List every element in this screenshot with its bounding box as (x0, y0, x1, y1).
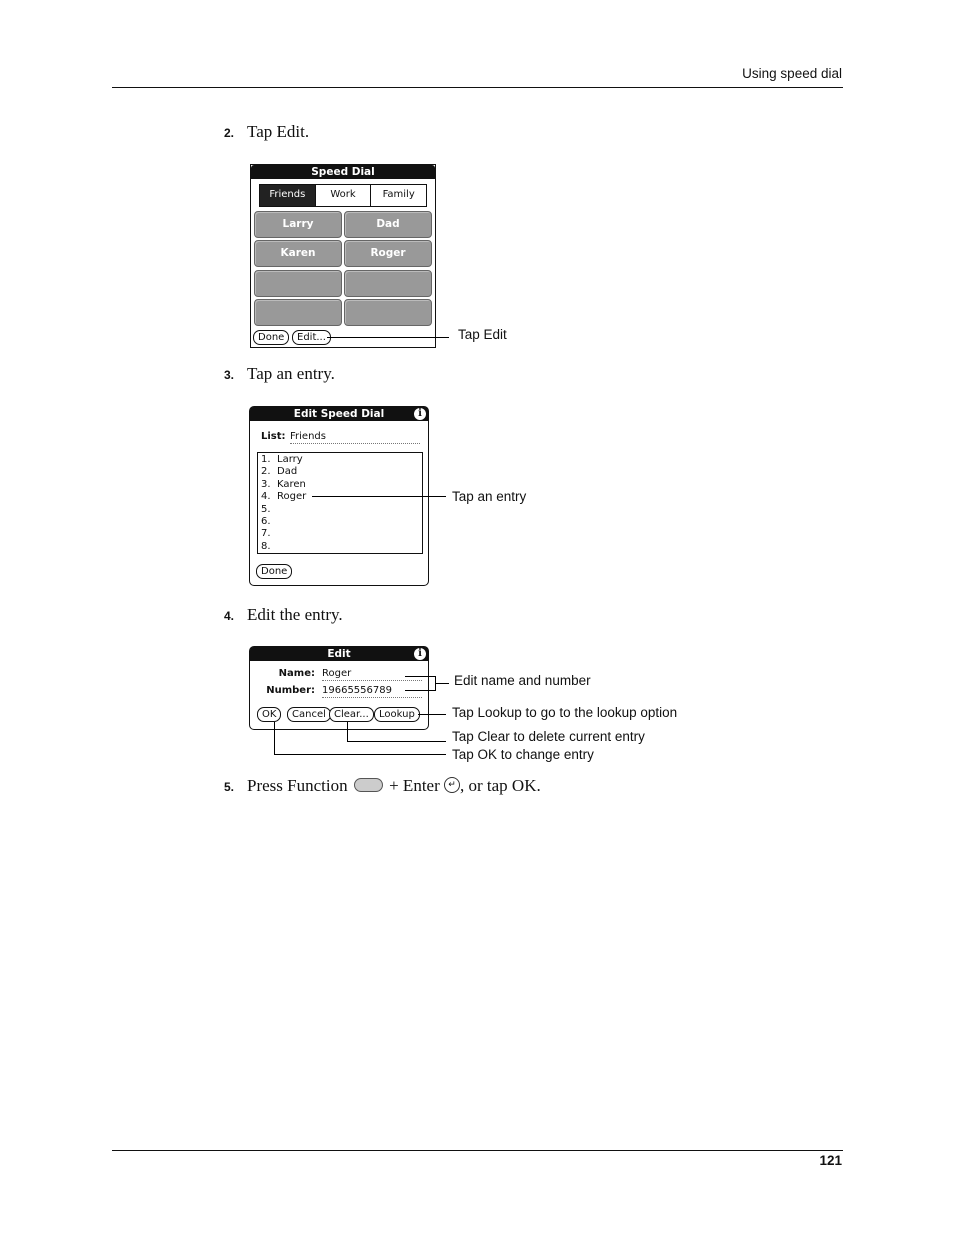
callout-tap-entry: Tap an entry (452, 489, 527, 504)
step-text: Edit the entry. (247, 605, 343, 624)
cancel-button[interactable]: Cancel (287, 707, 331, 722)
speed-dial-button[interactable]: Karen (254, 240, 342, 267)
callout-leader (418, 714, 446, 715)
entry-number: 4. (261, 491, 271, 503)
speed-dial-button[interactable]: Roger (344, 240, 432, 267)
callout-leader (274, 722, 275, 754)
function-key-icon (353, 778, 383, 792)
done-button[interactable]: Done (253, 330, 290, 345)
info-icon[interactable]: i (414, 408, 426, 420)
entry-name: Dad (277, 466, 298, 478)
speed-dial-button[interactable] (344, 270, 432, 297)
screen-title: Edit Speed Dial (250, 407, 428, 421)
tab-friends[interactable]: Friends (260, 185, 316, 206)
list-item[interactable]: 3. Karen (261, 479, 306, 491)
entry-number: 2. (261, 466, 271, 478)
callout-leader (405, 690, 435, 691)
entry-list-items: 1. Larry 2. Dad 3. Karen 4. Roger 5. 6. 7. 8… (261, 454, 306, 553)
list-item[interactable]: 7. (261, 528, 306, 540)
list-item[interactable]: 5. (261, 504, 306, 516)
clear-button[interactable]: Clear... (329, 707, 374, 722)
entry-name: Roger (277, 491, 307, 503)
category-tabs: Friends Work Family (259, 184, 427, 207)
step-number: 4. (224, 609, 235, 623)
step-text: Tap Edit. (247, 122, 310, 141)
callout-clear: Tap Clear to delete current entry (452, 729, 645, 744)
edit-screen: Edit i Name: Roger Number: 19665556789 O… (249, 646, 429, 730)
entry-number: 5. (261, 503, 271, 515)
number-field[interactable]: 19665556789 (322, 685, 392, 696)
done-button[interactable]: Done (256, 564, 293, 579)
step-number: 3. (224, 368, 235, 382)
callout-leader (312, 496, 446, 497)
step-text: Press Function + Enter ↵, or tap OK. (247, 776, 541, 796)
speed-dial-button[interactable]: Dad (344, 211, 432, 238)
tab-work[interactable]: Work (316, 185, 372, 206)
number-underline (322, 697, 422, 698)
list-item[interactable]: 2. Dad (261, 466, 306, 478)
footer-rule (112, 1150, 843, 1151)
step-text-part: , or tap OK. (460, 776, 541, 795)
name-label: Name: (278, 668, 315, 679)
entry-list: 1. Larry 2. Dad 3. Karen 4. Roger 5. 6. 7. 8… (257, 452, 423, 554)
list-item[interactable]: 6. (261, 516, 306, 528)
speed-dial-button[interactable] (254, 270, 342, 297)
list-label: List: (261, 431, 286, 442)
entry-number: 6. (261, 516, 271, 528)
speed-dial-screen: Speed Dial Friends Work Family Larry Dad… (250, 164, 436, 348)
speed-dial-button[interactable]: Larry (254, 211, 342, 238)
name-field[interactable]: Roger (322, 668, 351, 679)
callout-leader (405, 676, 435, 677)
speed-dial-button[interactable] (344, 299, 432, 326)
callout-ok: Tap OK to change entry (452, 747, 594, 762)
step-number: 2. (224, 126, 235, 140)
callout-edit-name-number: Edit name and number (454, 673, 591, 688)
speed-dial-button[interactable] (254, 299, 342, 326)
step-text-part: + Enter (389, 776, 440, 795)
screen-title: Speed Dial (251, 165, 435, 179)
info-icon[interactable]: i (414, 648, 426, 660)
edit-button[interactable]: Edit... (292, 330, 331, 345)
entry-name: Larry (277, 454, 303, 465)
entry-number: 7. (261, 528, 271, 540)
list-value[interactable]: Friends (290, 431, 326, 442)
callout-leader (347, 722, 348, 741)
list-underline (290, 443, 420, 444)
entry-name: Karen (277, 478, 306, 490)
lookup-button[interactable]: Lookup (374, 707, 420, 722)
ok-button[interactable]: OK (257, 707, 282, 722)
step-text: Tap an entry. (247, 364, 335, 383)
screen-title: Edit (250, 647, 428, 661)
header-rule (112, 87, 843, 88)
callout-lookup: Tap Lookup to go to the lookup option (452, 705, 678, 720)
entry-number: 8. (261, 540, 271, 552)
page-number: 121 (819, 1153, 842, 1168)
name-underline (322, 680, 422, 681)
callout-tap-edit: Tap Edit (458, 327, 507, 342)
list-item[interactable]: 4. Roger (261, 491, 306, 503)
enter-key-icon: ↵ (444, 777, 460, 793)
callout-leader (435, 683, 449, 684)
callout-leader (274, 754, 446, 755)
running-head: Using speed dial (742, 66, 842, 81)
list-item[interactable]: 1. Larry (261, 454, 306, 466)
step-text-part: Press Function (247, 776, 348, 795)
callout-leader (327, 337, 449, 338)
entry-number: 1. (261, 454, 271, 465)
number-label: Number: (266, 685, 315, 696)
tab-family[interactable]: Family (371, 185, 426, 206)
step-number: 5. (224, 780, 235, 794)
entry-number: 3. (261, 478, 271, 490)
callout-leader (347, 741, 446, 742)
list-item[interactable]: 8. (261, 541, 306, 553)
